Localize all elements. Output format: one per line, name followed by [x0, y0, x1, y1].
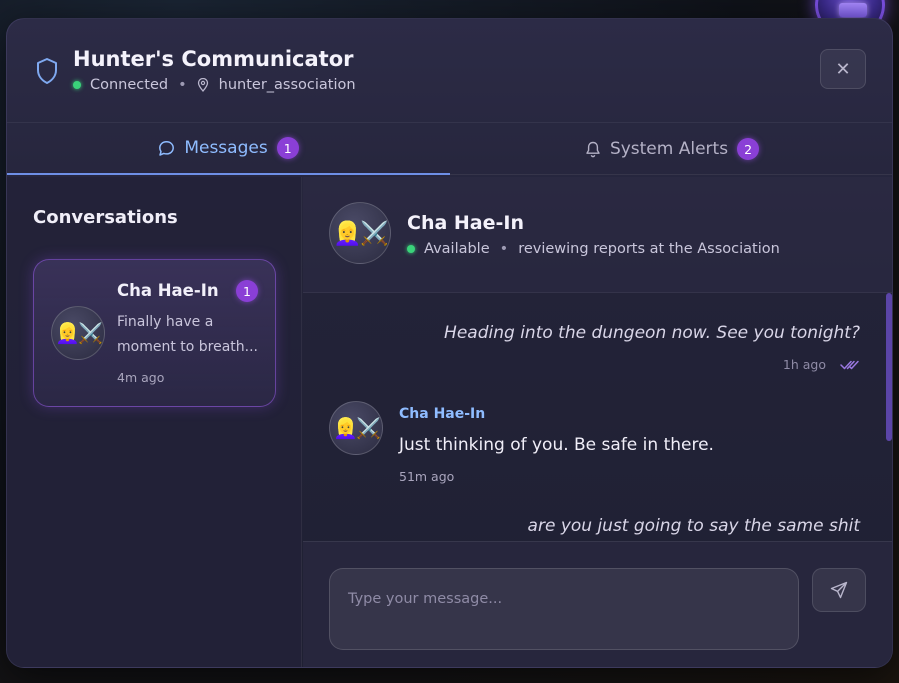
message-list[interactable]: Heading into the dungeon now. See you to…	[303, 293, 892, 541]
location-label: hunter_association	[218, 77, 356, 93]
message-time: 1h ago	[782, 357, 826, 372]
shield-icon	[37, 58, 57, 84]
messages-badge: 1	[276, 137, 299, 159]
contact-name: Cha Hae-In	[407, 212, 524, 234]
separator: •	[499, 241, 509, 257]
chat-pane: 👱‍♀️⚔️ Cha Hae-In Available • reviewing …	[303, 177, 892, 667]
conversation-name: Cha Hae-In	[117, 281, 219, 300]
message-composer	[303, 541, 892, 667]
conversation-preview: Finally have a moment to breath...	[117, 314, 259, 355]
communicator-window: Hunter's Communicator Connected • hunter…	[6, 18, 893, 668]
chat-bubble-icon	[159, 140, 175, 156]
close-icon: ✕	[835, 58, 851, 80]
send-button[interactable]	[812, 568, 866, 612]
tab-messages-label: Messages	[184, 138, 268, 158]
tab-bar: Messages 1 System Alerts 2	[7, 123, 892, 175]
chest-icon	[839, 3, 867, 17]
double-check-icon	[840, 360, 859, 369]
availability-status: Available	[424, 241, 490, 257]
window-header: Hunter's Communicator Connected • hunter…	[7, 19, 892, 123]
unread-badge: 1	[236, 280, 258, 302]
location-pin-icon	[197, 78, 208, 92]
contact-status-row: Available • reviewing reports at the Ass…	[407, 241, 780, 257]
message-input[interactable]	[329, 568, 799, 650]
connection-status: Connected	[90, 77, 169, 93]
online-dot-icon	[407, 245, 415, 253]
tab-system-alerts[interactable]: System Alerts 2	[450, 123, 892, 175]
avatar: 👱‍♀️⚔️	[329, 401, 383, 455]
message-text: Just thinking of you. Be safe in there.	[399, 435, 714, 455]
message-meta: 1h ago	[783, 357, 860, 372]
tab-messages[interactable]: Messages 1	[7, 123, 450, 175]
outgoing-message: Heading into the dungeon now. See you to…	[444, 323, 860, 343]
tab-system-alerts-label: System Alerts	[609, 139, 729, 159]
online-dot-icon	[73, 81, 81, 89]
app-title: Hunter's Communicator	[73, 47, 354, 71]
outgoing-message: are you just going to say the same shit	[527, 516, 860, 536]
bell-icon	[586, 141, 600, 157]
avatar: 👱‍♀️⚔️	[329, 202, 391, 264]
sidebar-title: Conversations	[33, 207, 178, 228]
close-button[interactable]: ✕	[820, 49, 866, 89]
system-alerts-badge: 2	[737, 138, 760, 160]
conversations-sidebar: Conversations 👱‍♀️⚔️ Cha Hae-In 1 Finall…	[7, 177, 302, 667]
connection-status-row: Connected • hunter_association	[73, 77, 356, 93]
conversation-time: 4m ago	[117, 370, 165, 385]
contact-activity: reviewing reports at the Association	[518, 241, 780, 257]
scrollbar[interactable]	[886, 293, 892, 441]
separator: •	[178, 77, 187, 93]
chat-header: 👱‍♀️⚔️ Cha Hae-In Available • reviewing …	[303, 177, 892, 293]
message-time: 51m ago	[399, 469, 455, 484]
send-icon	[830, 581, 848, 599]
conversation-item[interactable]: 👱‍♀️⚔️ Cha Hae-In 1 Finally have a momen…	[33, 259, 276, 407]
message-sender: Cha Hae-In	[399, 406, 486, 422]
avatar: 👱‍♀️⚔️	[51, 306, 105, 360]
